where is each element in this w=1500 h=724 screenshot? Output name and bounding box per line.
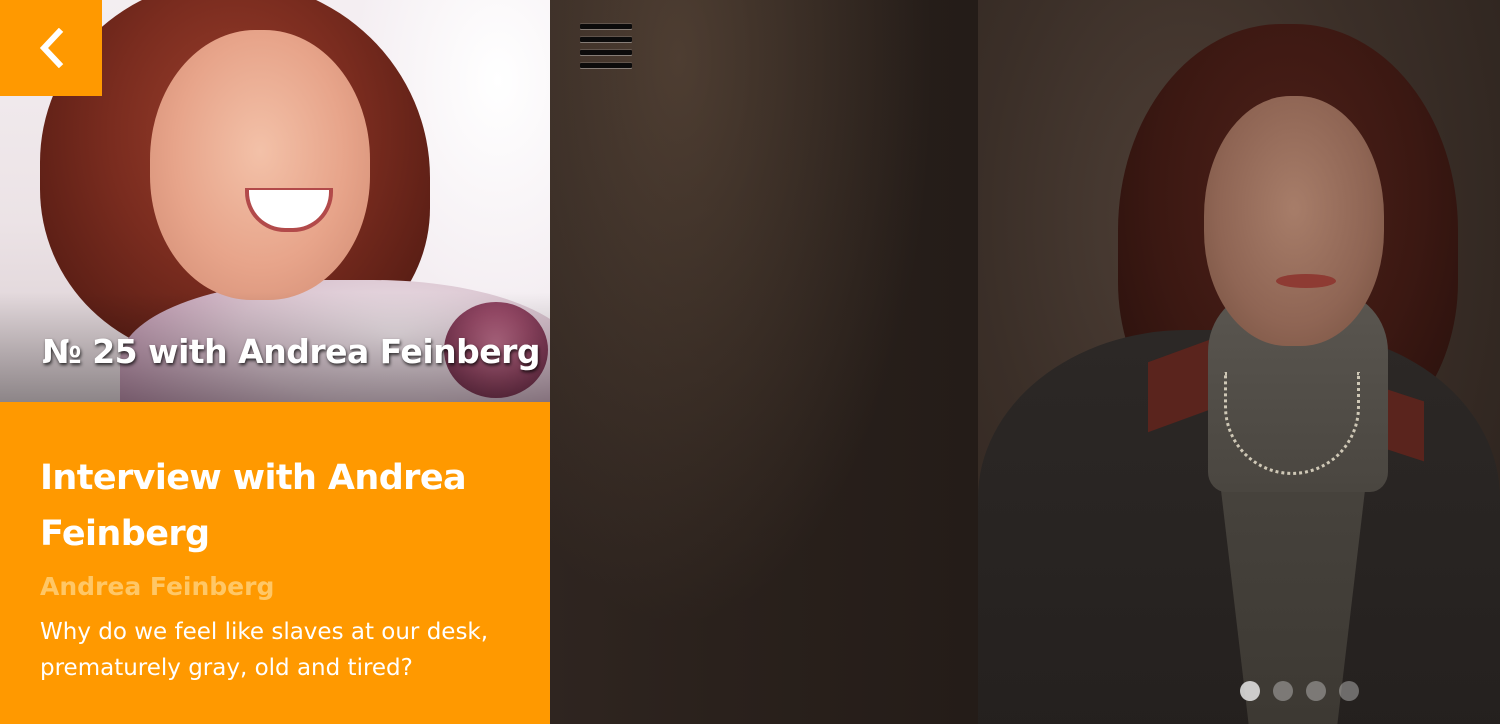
back-button[interactable] <box>0 0 102 96</box>
chevron-left-icon <box>38 28 64 68</box>
hero-caption: № 25 with Andrea Feinberg <box>42 332 541 371</box>
pager-dot[interactable] <box>1339 681 1359 701</box>
featured-portrait[interactable] <box>978 0 1500 724</box>
carousel-pager <box>1240 681 1359 701</box>
pager-dot[interactable] <box>1273 681 1293 701</box>
menu-button[interactable] <box>578 24 634 72</box>
pager-dot[interactable] <box>1240 681 1260 701</box>
article-card[interactable]: № 25 with Andrea Feinberg Interview with… <box>0 0 550 724</box>
portrait-face <box>1204 96 1384 346</box>
card-body: Interview with Andrea Feinberg Andrea Fe… <box>0 402 550 724</box>
hamburger-menu-icon <box>578 24 634 68</box>
middle-panel <box>550 0 978 724</box>
portrait-face <box>150 30 370 300</box>
article-title[interactable]: Interview with Andrea Feinberg <box>40 450 510 562</box>
article-excerpt: Why do we feel like slaves at our desk, … <box>40 619 489 681</box>
article-author[interactable]: Andrea Feinberg <box>40 570 510 604</box>
app-root: № 25 with Andrea Feinberg Interview with… <box>0 0 1500 724</box>
pager-dot[interactable] <box>1306 681 1326 701</box>
